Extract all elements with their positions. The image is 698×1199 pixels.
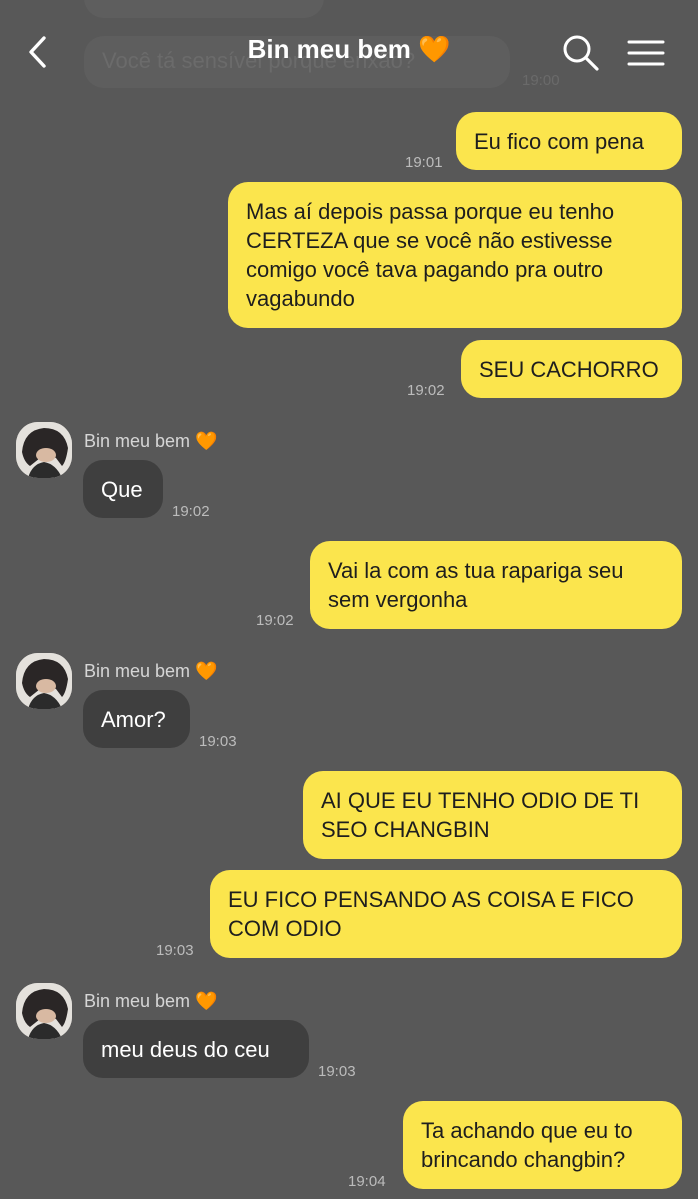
menu-icon[interactable] — [626, 38, 666, 68]
my-message-bubble[interactable]: Eu fico com pena — [456, 112, 682, 170]
message-time: 19:02 — [407, 382, 445, 399]
sender-name: Bin meu bem 🧡 — [84, 661, 218, 682]
message-time: 19:01 — [405, 154, 443, 171]
their-message-bubble[interactable]: meu deus do ceu — [83, 1020, 309, 1078]
message-time: 19:03 — [156, 942, 194, 959]
sender-name-text: Bin meu bem — [84, 991, 191, 1011]
heart-icon: 🧡 — [195, 991, 218, 1011]
their-message-bubble[interactable]: Que — [83, 460, 163, 518]
my-message-bubble[interactable]: SEU CACHORRO — [461, 340, 682, 398]
avatar[interactable] — [16, 983, 72, 1039]
chat-header: Bin meu bem 🧡 — [0, 0, 698, 104]
sender-name: Bin meu bem 🧡 — [84, 991, 218, 1012]
chat-title-text: Bin meu bem — [247, 34, 411, 64]
heart-icon: 🧡 — [195, 661, 218, 681]
sender-name-text: Bin meu bem — [84, 431, 191, 451]
heart-icon: 🧡 — [195, 431, 218, 451]
message-time: 19:04 — [348, 1173, 386, 1190]
back-icon[interactable] — [24, 34, 56, 70]
search-icon[interactable] — [562, 34, 600, 72]
message-time: 19:03 — [318, 1063, 356, 1080]
their-message-bubble[interactable]: Amor? — [83, 690, 190, 748]
heart-icon: 🧡 — [418, 34, 451, 64]
message-time: 19:02 — [172, 503, 210, 520]
message-time: 19:03 — [199, 733, 237, 750]
my-message-bubble[interactable]: EU FICO PENSANDO AS COISA E FICO COM ODI… — [210, 870, 682, 958]
my-message-bubble[interactable]: AI QUE EU TENHO ODIO DE TI SEO CHANGBIN — [303, 771, 682, 859]
my-message-bubble[interactable]: Mas aí depois passa porque eu tenho CERT… — [228, 182, 682, 328]
sender-name: Bin meu bem 🧡 — [84, 431, 218, 452]
sender-name-text: Bin meu bem — [84, 661, 191, 681]
my-message-bubble[interactable]: Vai la com as tua rapariga seu sem vergo… — [310, 541, 682, 629]
my-message-bubble[interactable]: Ta achando que eu to brincando changbin? — [403, 1101, 682, 1189]
message-time: 19:02 — [256, 612, 294, 629]
avatar[interactable] — [16, 653, 72, 709]
avatar[interactable] — [16, 422, 72, 478]
